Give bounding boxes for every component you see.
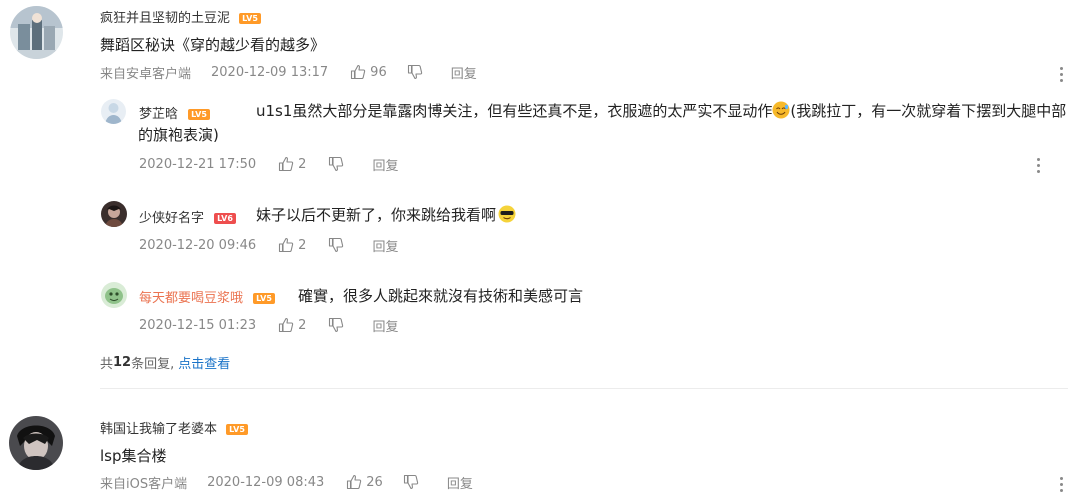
- reply-button[interactable]: 回复: [451, 63, 477, 82]
- thumbs-down-icon: [329, 156, 344, 172]
- thumbs-up-icon: [279, 156, 294, 172]
- smile-emoji-icon: [772, 101, 790, 119]
- username-text[interactable]: 每天都要喝豆浆哦: [139, 291, 243, 306]
- timestamp: 2020-12-15 01:23: [139, 317, 257, 333]
- level-badge: LV5: [253, 293, 275, 304]
- sunglasses-emoji-icon: [498, 205, 516, 223]
- comment-username[interactable]: 疯狂并且坚韧的土豆泥 LV5: [100, 7, 261, 26]
- comment-meta: 来自iOS客户端 2020-12-09 08:43 26 回复: [100, 472, 473, 492]
- level-badge: LV5: [226, 424, 248, 435]
- reply-username[interactable]: 少侠好名字 LV6: [139, 207, 236, 226]
- thumbs-up-icon: [279, 237, 294, 253]
- like-count: 2: [298, 317, 307, 333]
- timestamp: 2020-12-09 13:17: [211, 64, 329, 80]
- reply-text: 妹子以后不更新了，你来跳给我看啊: [256, 204, 516, 225]
- like-count: 96: [370, 64, 387, 80]
- client-source: 来自安卓客户端: [100, 66, 192, 82]
- thumbs-up-icon: [347, 474, 362, 490]
- reply-text: u1s1虽然大部分是靠露肉博关注，但有些还真不是，衣服遮的太严实不显动作 (我跳拉…: [138, 101, 1067, 144]
- dislike-button[interactable]: [328, 237, 344, 253]
- more-vertical-icon[interactable]: [1034, 155, 1042, 176]
- divider: [100, 388, 1068, 389]
- dislike-button[interactable]: [328, 156, 344, 172]
- reply-button[interactable]: 回复: [372, 236, 398, 255]
- avatar[interactable]: [9, 416, 63, 470]
- like-button[interactable]: 26: [346, 474, 383, 490]
- avatar[interactable]: [101, 201, 127, 227]
- client-source: 来自iOS客户端: [100, 476, 188, 492]
- timestamp: 2020-12-20 09:46: [139, 237, 257, 253]
- thumbs-down-icon: [329, 317, 344, 333]
- like-count: 2: [298, 237, 307, 253]
- comment-text: 舞蹈区秘诀《穿的越少看的越多》: [100, 36, 326, 54]
- username-text[interactable]: 少侠好名字: [139, 211, 204, 226]
- thumbs-down-icon: [329, 237, 344, 253]
- thumbs-down-icon: [403, 474, 419, 490]
- more-vertical-icon[interactable]: [1057, 64, 1065, 85]
- thumbs-down-icon: [407, 64, 422, 80]
- username-text[interactable]: 疯狂并且坚韧的土豆泥: [100, 11, 230, 26]
- like-count: 2: [298, 156, 307, 172]
- dislike-button[interactable]: [403, 474, 419, 490]
- username-text[interactable]: 韩国让我输了老婆本: [100, 422, 217, 437]
- comment-meta: 来自安卓客户端 2020-12-09 13:17 96 回复: [100, 62, 477, 82]
- reply-meta: 2020-12-15 01:23 2 回复: [139, 315, 398, 335]
- more-vertical-icon[interactable]: [1057, 474, 1065, 495]
- reply-username[interactable]: 每天都要喝豆浆哦 LV5: [139, 287, 275, 306]
- like-button[interactable]: 2: [278, 156, 306, 172]
- timestamp: 2020-12-21 17:50: [139, 156, 257, 172]
- comment-text: lsp集合楼: [100, 447, 167, 465]
- reply-meta: 2020-12-20 09:46 2 回复: [139, 235, 398, 255]
- dislike-button[interactable]: [407, 64, 423, 80]
- like-count: 26: [366, 474, 383, 490]
- thumbs-up-icon: [351, 64, 366, 80]
- timestamp: 2020-12-09 08:43: [207, 474, 325, 490]
- comment-username[interactable]: 韩国让我输了老婆本 LV5: [100, 418, 248, 437]
- avatar[interactable]: [101, 282, 127, 308]
- avatar[interactable]: [101, 99, 126, 124]
- level-badge: LV6: [214, 213, 236, 224]
- like-button[interactable]: 96: [350, 64, 387, 80]
- reply-button[interactable]: 回复: [447, 473, 473, 492]
- view-replies-link[interactable]: 点击查看: [178, 353, 230, 372]
- reply-button[interactable]: 回复: [372, 155, 398, 174]
- reply-meta: 2020-12-21 17:50 2 回复: [139, 154, 398, 174]
- avatar[interactable]: [10, 6, 63, 59]
- thumbs-up-icon: [279, 317, 294, 333]
- level-badge: LV5: [239, 13, 261, 24]
- reply-text: 確實，很多人跳起來就沒有技術和美感可言: [298, 287, 584, 305]
- dislike-button[interactable]: [328, 317, 344, 333]
- reply-count: 12: [113, 354, 132, 370]
- reply-button[interactable]: 回复: [372, 316, 398, 335]
- like-button[interactable]: 2: [278, 237, 306, 253]
- more-replies: 共 12 条回复, 点击查看: [100, 353, 231, 372]
- like-button[interactable]: 2: [278, 317, 306, 333]
